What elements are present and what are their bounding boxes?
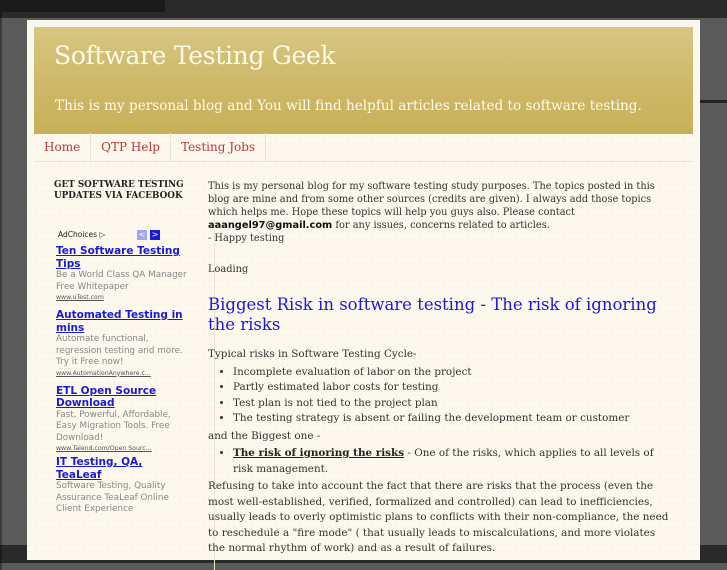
main-content: This is my personal blog for my software…	[208, 180, 674, 557]
blog-intro: This is my personal blog for my software…	[208, 180, 674, 245]
nav-qtp-help[interactable]: QTP Help	[91, 133, 171, 161]
risk-item: Test plan is not tied to the project pla…	[233, 396, 674, 412]
nav-home[interactable]: Home	[34, 133, 92, 161]
intro-text: This is my personal blog for my software…	[208, 181, 655, 218]
ad-title-link[interactable]: IT Testing, QA, TeaLeaf	[56, 456, 189, 481]
ad-item: Ten Software Testing Tips Be a World Cla…	[56, 245, 189, 303]
blog-page: Software Testing Geek This is my persona…	[27, 20, 700, 570]
signoff: - Happy testing	[208, 233, 285, 244]
nav-testing-jobs[interactable]: Testing Jobs	[171, 133, 267, 161]
ad-title-link[interactable]: ETL Open Source Download	[56, 385, 189, 410]
ad-text: Be a World Class QA Manager Free Whitepa…	[56, 270, 187, 292]
chevron-right-icon[interactable]: >	[150, 230, 160, 240]
site-title[interactable]: Software Testing Geek	[54, 41, 336, 70]
ad-text: Software Testing, Quality Assurance TeaL…	[56, 481, 169, 514]
ad-url[interactable]: www.AutomationAnywhere.c...	[56, 369, 189, 379]
biggest-risk-link[interactable]: The risk of ignoring the risks	[233, 447, 404, 459]
loading-text: Loading	[208, 264, 249, 275]
adchoices-icon: ▷	[99, 230, 106, 239]
post-lead: Typical risks in Software Testing Cycle-	[208, 348, 417, 360]
biggest-risk-list: The risk of ignoring the risks - One of …	[208, 446, 674, 477]
risk-item: The testing strategy is absent or failin…	[233, 411, 674, 427]
contact-email: aaangel97@gmail.com	[208, 220, 333, 231]
risk-list: Incomplete evaluation of labor on the pr…	[208, 365, 674, 427]
ad-item: ETL Open Source Download Fast, Powerful,…	[56, 385, 189, 455]
site-description: This is my personal blog and You will fi…	[55, 98, 642, 114]
intro-text-end: for any issues, concerns related to arti…	[332, 220, 550, 231]
ad-item: IT Testing, QA, TeaLeaf Software Testing…	[56, 456, 189, 516]
ad-url[interactable]: www.Talend.com/Open Sourc...	[56, 444, 189, 454]
ad-text: Fast, Powerful, Affordable, Easy Migrati…	[56, 409, 171, 443]
post-body: Typical risks in Software Testing Cycle-…	[208, 347, 674, 557]
risk-item: Partly estimated labor costs for testing	[233, 380, 674, 396]
biggest-risk-item: The risk of ignoring the risks - One of …	[233, 446, 654, 477]
adchoices-link[interactable]: AdChoices ▷	[58, 230, 105, 239]
ad-text: Automate functional, regression testing …	[56, 334, 183, 367]
post-title[interactable]: Biggest Risk in software testing - The r…	[208, 295, 674, 335]
ad-title-link[interactable]: Automated Testing in mins	[56, 309, 189, 334]
chevron-left-icon[interactable]: <	[137, 230, 147, 240]
ad-item: Automated Testing in mins Automate funct…	[56, 309, 189, 379]
risk-item: Incomplete evaluation of labor on the pr…	[233, 365, 674, 381]
adchoices-label: AdChoices	[58, 230, 98, 239]
sidebar: GET SOFTWARE TESTING UPDATES VIA FACEBOO…	[54, 180, 189, 516]
ad-header: AdChoices ▷ < >	[54, 229, 189, 243]
biggest-lead: and the Biggest one -	[208, 429, 321, 442]
ad-url[interactable]: www.uTest.com	[56, 293, 189, 303]
ad-title-link[interactable]: Ten Software Testing Tips	[56, 245, 189, 270]
blog-header: Software Testing Geek This is my persona…	[34, 27, 693, 134]
background-block	[0, 0, 165, 12]
background-block	[700, 100, 727, 103]
nav-bar: Home QTP Help Testing Jobs	[34, 133, 693, 162]
sidebar-widget-title: GET SOFTWARE TESTING UPDATES VIA FACEBOO…	[54, 180, 184, 201]
